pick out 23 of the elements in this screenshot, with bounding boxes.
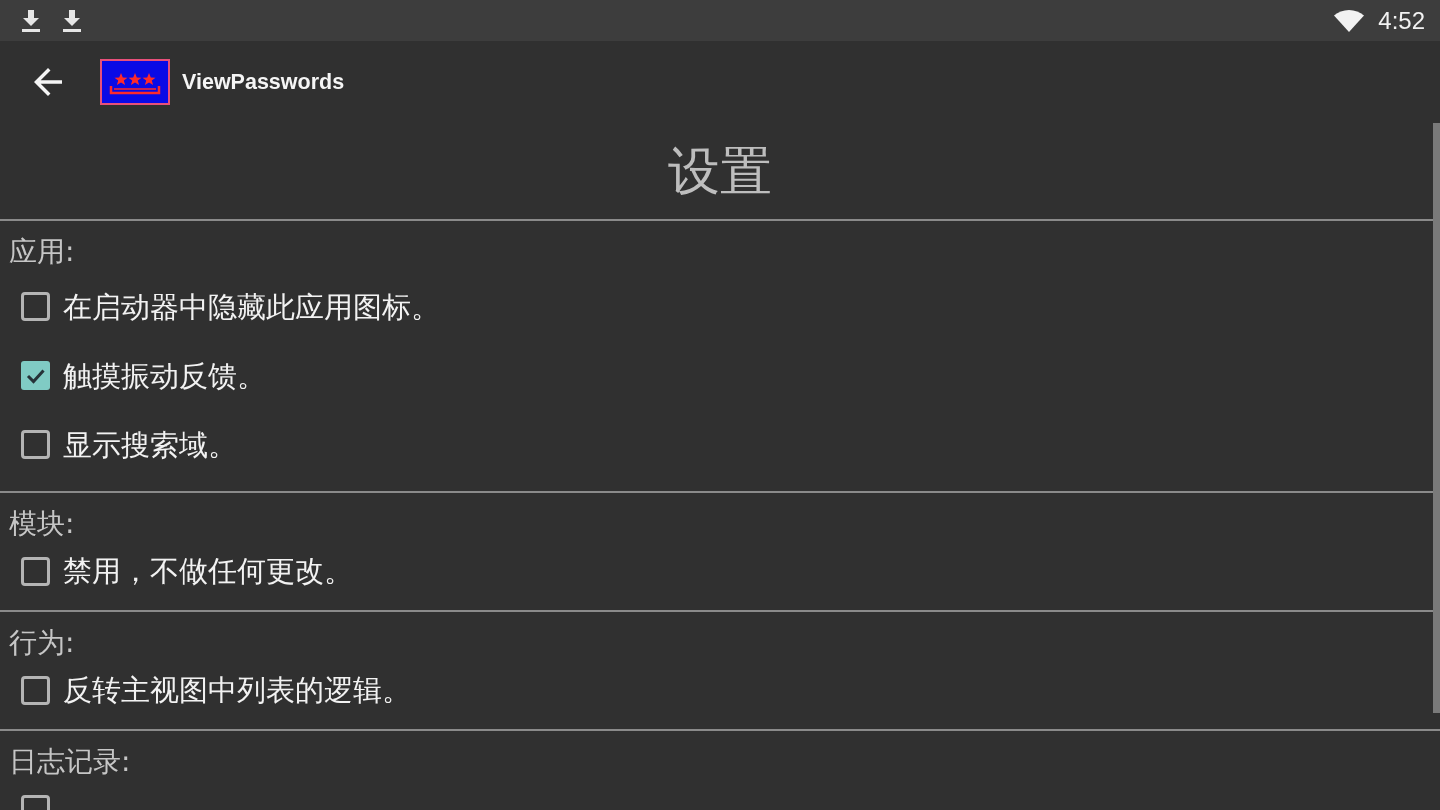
download-icon (62, 8, 82, 33)
checkbox[interactable] (21, 675, 50, 705)
option-label: 禁用，不做任何更改。 (63, 553, 353, 590)
option-label: 在启动器中隐藏此应用图标。 (63, 288, 440, 326)
section-header: 日志记录: (9, 744, 131, 780)
status-time: 4:52 (1378, 6, 1425, 35)
page-title: 设置 (668, 139, 772, 203)
option-label: 触摸振动反馈。 (63, 357, 266, 395)
back-arrow-icon[interactable] (34, 68, 62, 96)
section-header: 行为: (9, 625, 75, 661)
checkbox[interactable] (21, 430, 50, 459)
section-header: 应用: (9, 234, 75, 270)
checkbox[interactable] (21, 361, 50, 390)
option-label: 显示搜索域。 (63, 426, 237, 464)
option-label: 反转主视图中列表的逻辑。 (63, 672, 411, 709)
scrollbar[interactable] (1433, 123, 1440, 713)
download-icon (21, 8, 41, 33)
app-logo-icon (100, 59, 170, 105)
app-title: ViewPasswords (182, 69, 345, 95)
checkbox[interactable] (21, 292, 50, 321)
wifi-icon (1334, 9, 1365, 32)
section-header: 模块: (9, 506, 75, 542)
checkbox[interactable] (21, 556, 50, 586)
